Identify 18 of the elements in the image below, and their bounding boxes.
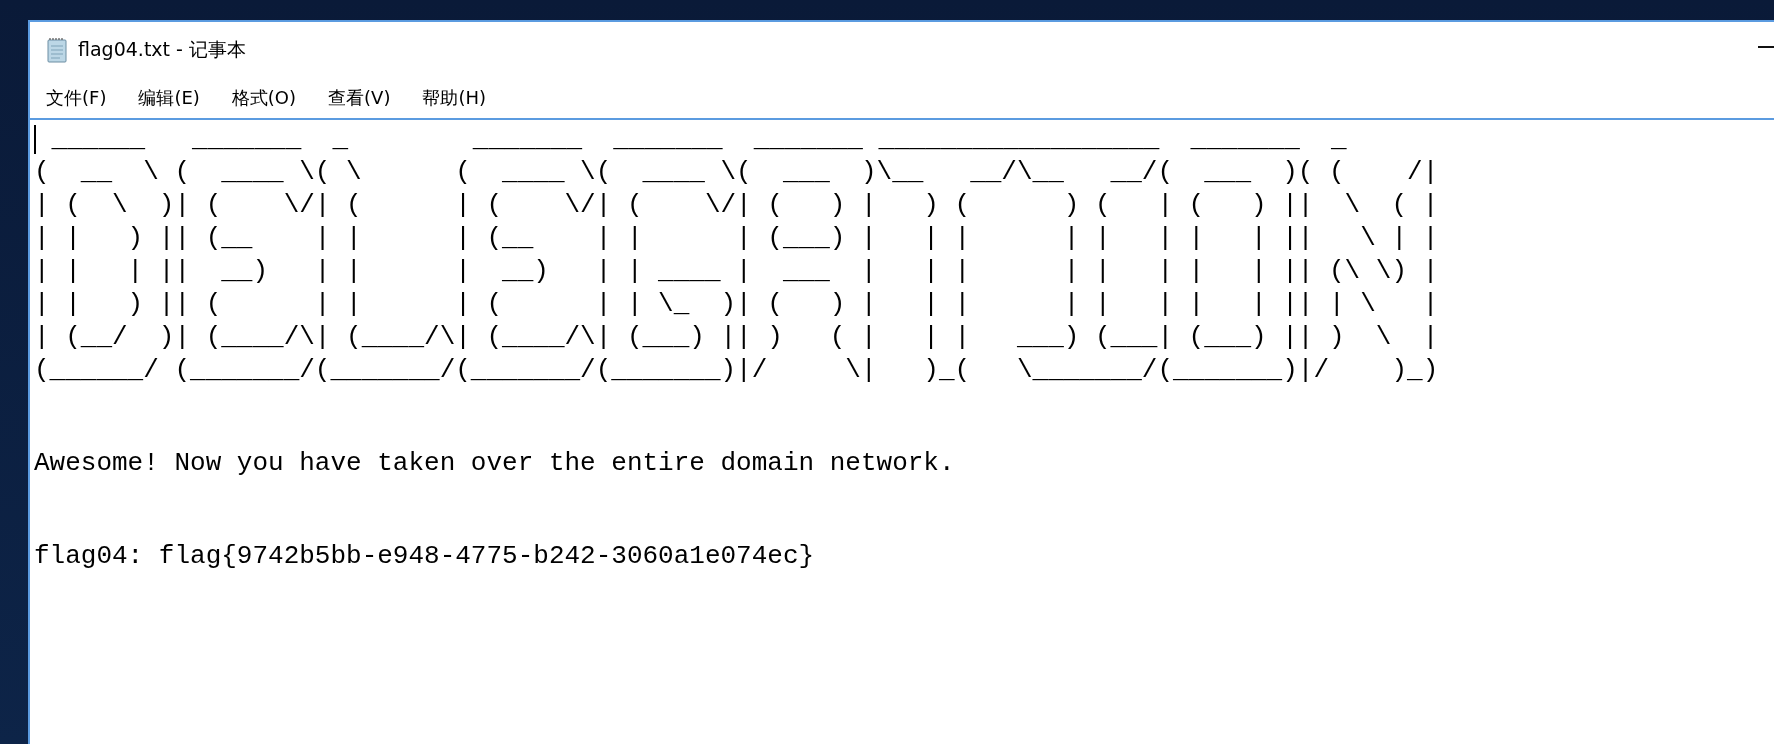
- menu-item[interactable]: 文件(F): [38, 82, 115, 114]
- menu-item[interactable]: 格式(O): [223, 82, 305, 114]
- ascii-art-line: ______ _______ _ _______ _______ _______ __________________ _______ _: [50, 123, 1347, 156]
- menu-item[interactable]: 编辑(E): [130, 82, 208, 114]
- ascii-art-line: | ( \ )| ( \/| ( | ( \/| ( \/| ( ) | ) ( ) ( | ( ) || \ ( |: [34, 189, 1439, 222]
- text-cursor: [34, 125, 36, 154]
- ascii-art-line: (______/ (_______/(_______/(_______/(_______)|/ \| )_( \_______/(_______)|/ )_): [34, 354, 1439, 387]
- ascii-art-line: | (__/ )| (____/\| (____/\| (____/\| (___) || ) ( | | | ___) (___| (___) || ) \ |: [34, 321, 1439, 354]
- menu-item[interactable]: 查看(V): [320, 82, 399, 114]
- ascii-art-line: | | ) || (__ | | | (__ | | | (___) | | | | | | | | || \ | |: [34, 222, 1439, 255]
- ascii-art-line: ( __ \ ( ____ \( \ ( ____ \( ____ \( ___ )\__ __/\__ __/( ___ )( ( /|: [34, 156, 1439, 189]
- notepad-icon: [46, 37, 68, 63]
- menu-item[interactable]: 帮助(H): [414, 82, 494, 114]
- ascii-art-line: | | | || __) | | | __) | | ____ | ___ | | | | | | | | || (\ \) |: [34, 255, 1439, 288]
- window-title: flag04.txt - 记事本: [78, 37, 246, 62]
- ascii-art-line: | | ) || ( | | | ( | | \_ )| ( ) | | | | | | | | || | \ |: [34, 288, 1439, 321]
- text-line: Awesome! Now you have taken over the entire domain network.: [34, 447, 955, 480]
- text-line: flag04: flag{9742b5bb-e948-4775-b242-3060a1e074ec}: [34, 540, 815, 573]
